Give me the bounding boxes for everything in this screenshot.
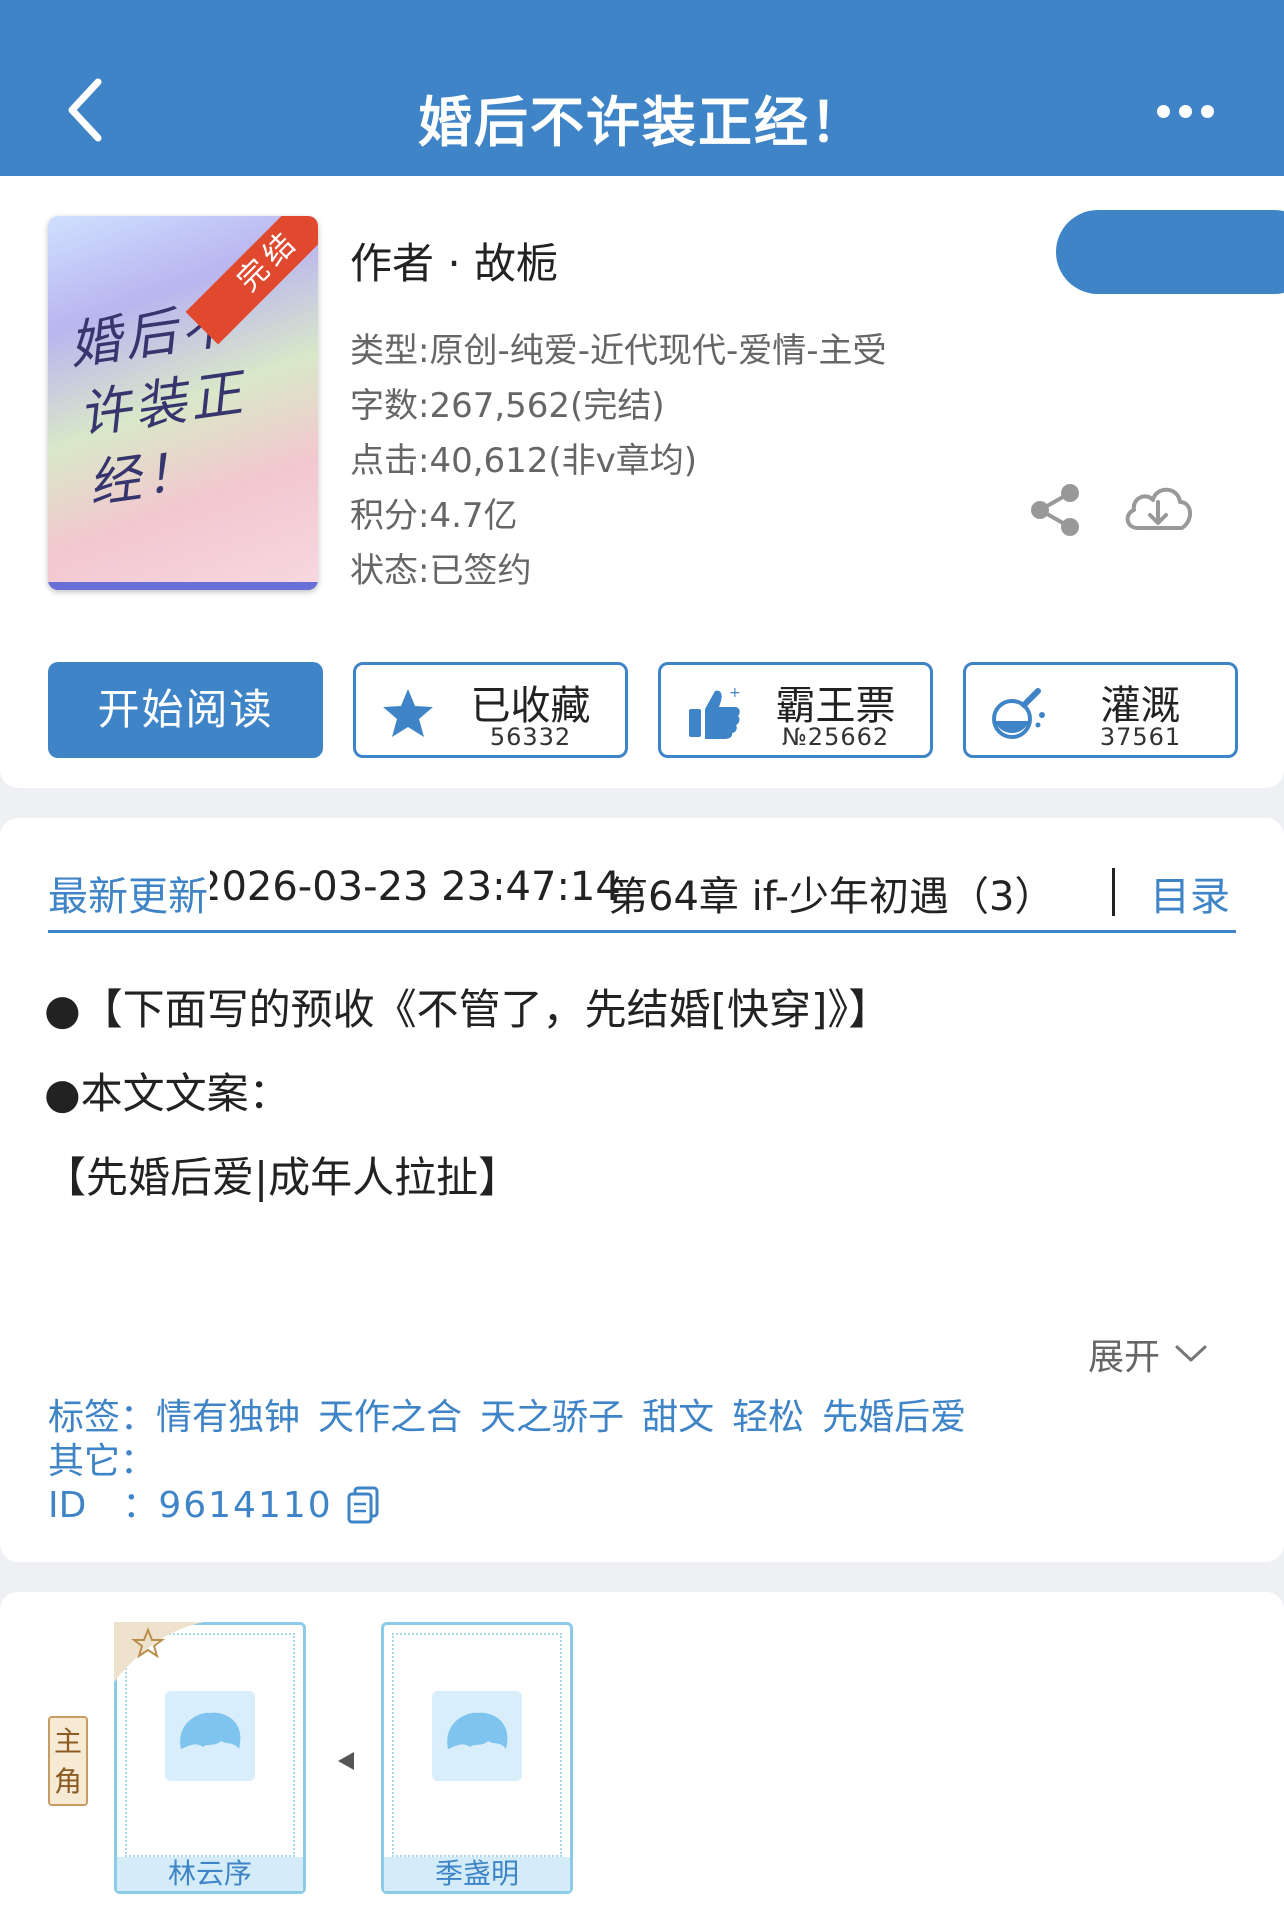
intro-line: 【先婚后爱|成年人拉扯】 — [44, 1153, 521, 1202]
avatar-icon — [432, 1691, 522, 1781]
nutrient-flask-icon — [992, 688, 1045, 739]
thumbs-up-icon: + — [689, 685, 741, 739]
update-underline — [48, 930, 1236, 933]
meta-word-count: 字数:267,562(完结) — [350, 386, 665, 426]
star-icon — [383, 689, 433, 737]
latest-update-time: 2026-03-23 23:47:14 — [196, 864, 621, 910]
intro-line: ●本文文案： — [44, 1069, 291, 1118]
latest-chapter-title[interactable]: 第64章 if-少年初遇（3） — [608, 864, 1055, 922]
tyrant-ticket-count: №25662 — [781, 723, 890, 751]
start-reading-button[interactable]: 开始阅读 — [48, 662, 323, 758]
chevron-down-icon — [1175, 1345, 1207, 1362]
action-button-row: 开始阅读 已收藏 56332 + 霸王票 №25662 灌溉 37561 — [48, 662, 1238, 758]
meta-type: 类型:原创-纯爱-近代现代-爱情-主受 — [350, 331, 887, 371]
tag-item[interactable]: 天作之合 — [318, 1396, 462, 1440]
tyrant-ticket-button[interactable]: + 霸王票 №25662 — [658, 662, 933, 758]
catalog-link[interactable]: 目录 — [1150, 864, 1230, 922]
meta-score: 积分:4.7亿 — [350, 496, 518, 536]
expand-label: 展开 — [1088, 1337, 1161, 1378]
expand-button[interactable]: 展开 — [1088, 1328, 1208, 1380]
character-name: 季盏明 — [384, 1857, 570, 1891]
svg-text:+: + — [729, 685, 741, 701]
meta-status: 状态:已签约 — [350, 551, 532, 591]
intro-line: ●【下面写的预收《不管了，先结婚[快穿]》】 — [44, 985, 891, 1034]
more-options-button[interactable] — [1150, 96, 1220, 126]
main-role-badge: 主角 — [48, 1716, 88, 1806]
star-corner-icon — [114, 1622, 204, 1682]
characters-card: 主角 林云序 季盏明 — [0, 1592, 1284, 1929]
latest-update-row[interactable]: 最新更新 2026-03-23 23:47:14 第64章 if-少年初遇（3）… — [48, 848, 1236, 922]
share-icon — [1031, 484, 1079, 536]
favorite-button[interactable]: 已收藏 56332 — [353, 662, 628, 758]
character-name: 林云序 — [117, 1857, 303, 1891]
blue-pill-button[interactable] — [1056, 210, 1284, 294]
book-cover[interactable]: 婚后不许装正经！ 完结 — [48, 216, 318, 590]
latest-update-label: 最新更新 — [48, 864, 210, 922]
more-dot-icon — [1178, 104, 1192, 118]
book-meta: 类型:原创-纯爱-近代现代-爱情-主受 字数:267,562(完结) 点击:40… — [350, 324, 887, 599]
id-label: ID ： — [48, 1485, 159, 1526]
other-line: 其它： — [48, 1440, 984, 1484]
more-dot-icon — [1156, 104, 1170, 118]
tag-item[interactable]: 情有独钟 — [156, 1396, 300, 1440]
download-button[interactable] — [1120, 476, 1196, 540]
author-name[interactable]: 作者 · 故栀 — [350, 230, 558, 291]
tag-item[interactable]: 甜文 — [642, 1396, 714, 1440]
page-title: 婚后不许装正经！ — [418, 91, 866, 154]
divider — [1112, 868, 1115, 916]
tags-section: 标签： 情有独钟 天作之合 天之骄子 甜文 轻松 先婚后爱 其它： ID ： 9… — [48, 1396, 984, 1528]
character-card[interactable]: 季盏明 — [381, 1622, 573, 1894]
id-line: ID ： 9614110 — [48, 1484, 984, 1528]
favorite-count: 56332 — [489, 723, 572, 751]
tag-item[interactable]: 轻松 — [732, 1396, 804, 1440]
top-bar: 婚后不许装正经！ — [0, 0, 1284, 176]
more-dot-icon — [1200, 104, 1214, 118]
book-intro: ●【下面写的预收《不管了，先结婚[快穿]》】 ●本文文案： 【先婚后爱|成年人拉… — [44, 968, 1244, 1220]
cover-bottom-strip — [48, 582, 318, 590]
id-value: 9614110 — [158, 1485, 333, 1526]
other-label: 其它： — [48, 1441, 157, 1482]
meta-clicks: 点击:40,612(非v章均) — [350, 441, 698, 481]
triangle-left-icon — [338, 1752, 354, 1770]
detail-card: 最新更新 2026-03-23 23:47:14 第64章 if-少年初遇（3）… — [0, 818, 1284, 1562]
copy-icon[interactable] — [347, 1486, 379, 1524]
cover-title: 婚后不许装正经！ — [65, 293, 250, 516]
tags-line: 标签： 情有独钟 天作之合 天之骄子 甜文 轻松 先婚后爱 — [48, 1396, 984, 1440]
cloud-download-icon — [1125, 487, 1192, 530]
character-card[interactable]: 林云序 — [114, 1622, 306, 1894]
irrigate-count: 37561 — [1099, 723, 1182, 751]
tag-item[interactable]: 天之骄子 — [480, 1396, 624, 1440]
tags-label: 标签： — [48, 1397, 157, 1438]
tag-item[interactable]: 先婚后爱 — [822, 1396, 966, 1440]
share-button[interactable] — [1026, 480, 1086, 540]
avatar-icon — [165, 1691, 255, 1781]
irrigate-button[interactable]: 灌溉 37561 — [963, 662, 1238, 758]
book-info-card: 婚后不许装正经！ 完结 作者 · 故栀 类型:原创-纯爱-近代现代-爱情-主受 … — [0, 176, 1284, 788]
